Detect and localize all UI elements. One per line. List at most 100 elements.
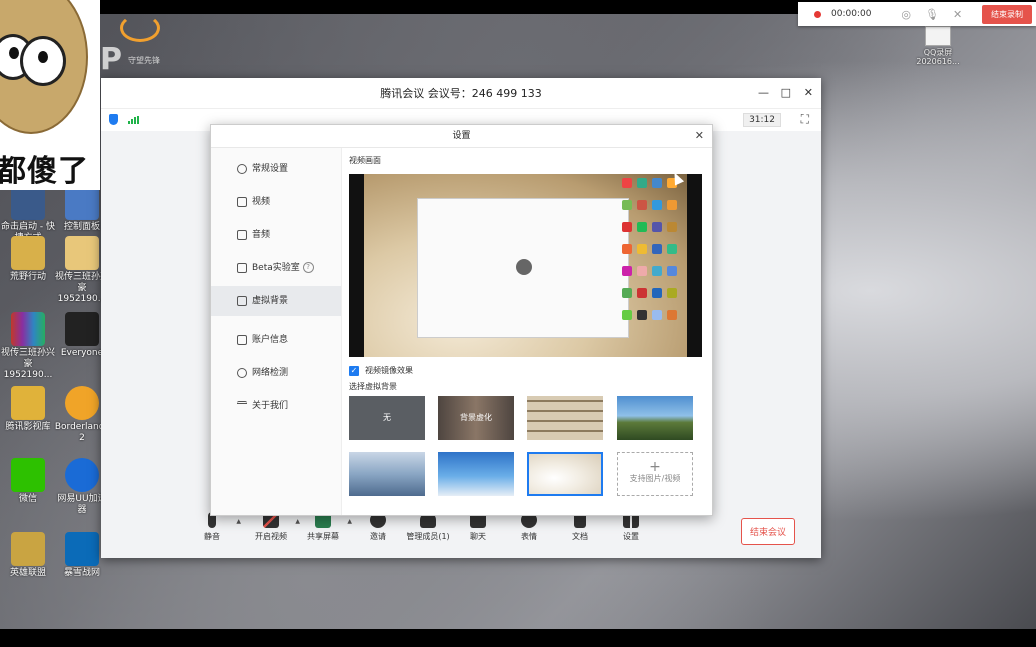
document-button[interactable]: 文档 <box>555 512 605 542</box>
settings-content: 视频画面 ✓ 视频镜像效果 选择虚拟背景 无 背景虚化 + 支持图片/视频 <box>349 155 704 496</box>
mirror-checkbox[interactable]: ✓ 视频镜像效果 <box>349 365 413 376</box>
close-icon[interactable]: ✕ <box>695 125 704 147</box>
video-preview <box>349 174 702 357</box>
caret-up-icon[interactable]: ▲ <box>236 518 241 525</box>
watermark-letter: P <box>100 42 122 77</box>
recording-time: 00:00:00 <box>831 9 872 19</box>
chat-button[interactable]: 聊天 <box>453 512 503 542</box>
add-background-button[interactable]: + 支持图片/视频 <box>617 452 693 496</box>
close-button[interactable]: ✕ <box>804 86 813 99</box>
share-screen-button[interactable]: 共享屏幕 ▲ <box>298 512 352 542</box>
mute-button[interactable]: 静音 ▲ <box>187 512 241 542</box>
start-video-button[interactable]: 开启视频 ▲ <box>246 512 300 542</box>
desktop-icon-label: 视传三班孙兴豪1952190... <box>0 348 55 380</box>
borderlands-icon <box>65 386 99 420</box>
background-label: 背景虚化 <box>460 413 492 422</box>
nav-label: 关于我们 <box>252 401 289 411</box>
toolbar-label: 开启视频 <box>255 532 287 541</box>
background-bookshelf[interactable] <box>527 396 603 440</box>
invite-button[interactable]: 邀请 <box>353 512 403 542</box>
background-custom-selected[interactable] <box>527 452 603 496</box>
mirror-label: 视频镜像效果 <box>365 366 413 375</box>
desktop-icon[interactable]: 荒野行动 <box>0 236 56 283</box>
desktop-icon-label: 网易UU加速器 <box>57 494 107 515</box>
desktop-icon[interactable]: 英雄联盟 <box>0 532 56 579</box>
fullscreen-icon[interactable]: ⛶ <box>801 112 809 127</box>
nav-about[interactable]: 关于我们 <box>211 391 341 421</box>
preview-window <box>417 198 629 338</box>
camera-icon <box>237 196 247 207</box>
toolbar-label: 管理成员(1) <box>406 532 450 541</box>
file-icon <box>65 236 99 270</box>
watermark-tag: 守望先锋 <box>128 56 160 65</box>
nav-label: 虚拟背景 <box>252 296 289 306</box>
background-blur[interactable]: 背景虚化 <box>438 396 514 440</box>
background-icon <box>237 295 247 306</box>
settings-title: 设置 <box>452 131 471 141</box>
uu-accelerator-icon <box>65 458 99 492</box>
desktop-icon-label: 微信 <box>18 494 37 504</box>
background-mountains[interactable] <box>617 396 693 440</box>
toolbar-label: 文档 <box>572 532 588 541</box>
desktop-icon-label: QQ录屏 <box>923 48 953 57</box>
desktop-icon[interactable]: 视传三班孙兴豪1952190... <box>0 312 56 381</box>
stop-recording-button[interactable]: 结束录制 <box>982 4 1032 24</box>
nav-label: Beta实验室 <box>252 263 300 273</box>
meeting-titlebar: 腾讯会议 会议号：246 499 133 — □ ✕ <box>101 78 821 108</box>
nav-audio[interactable]: 音频 <box>211 220 341 250</box>
background-none[interactable]: 无 <box>349 396 425 440</box>
toolbar-label: 静音 <box>204 532 220 541</box>
network-icon <box>237 367 247 378</box>
folder-icon <box>11 386 45 420</box>
plus-icon: + <box>649 459 661 475</box>
gear-icon <box>237 163 247 174</box>
winrar-icon <box>11 312 45 346</box>
signal-icon[interactable] <box>128 116 140 124</box>
settings-titlebar: 设置 ✕ <box>211 125 712 148</box>
desktop-icon-label: 英雄联盟 <box>9 568 46 578</box>
desktop-icon-label: Everyone <box>60 348 104 358</box>
desktop-icon[interactable]: 腾讯影视库 <box>0 386 56 433</box>
shield-icon[interactable] <box>109 114 118 125</box>
help-icon[interactable]: ? <box>302 262 314 273</box>
settings-sidebar: 常规设置 视频 音频 Beta实验室 ? 虚拟背景 账户信息 网络检测 关于我们 <box>211 148 342 515</box>
nav-label: 音频 <box>252 230 271 240</box>
recording-indicator-icon <box>814 10 821 18</box>
nav-virtual-background[interactable]: 虚拟背景 <box>211 286 341 316</box>
close-icon[interactable]: ✕ <box>953 8 962 21</box>
nav-account[interactable]: 账户信息 <box>211 325 341 355</box>
add-background-label: 支持图片/视频 <box>629 474 681 483</box>
minimize-button[interactable]: — <box>758 86 769 99</box>
desktop-icon-qq-recording[interactable]: QQ录屏 2020616... <box>908 26 968 66</box>
speaker-icon <box>237 229 247 240</box>
choose-background-heading: 选择虚拟背景 <box>349 382 397 391</box>
microphone-icon[interactable]: 🎙 <box>925 8 939 21</box>
maximize-button[interactable]: □ <box>781 86 791 99</box>
control-panel-icon <box>65 186 99 220</box>
background-sky[interactable] <box>438 452 514 496</box>
game-icon <box>11 236 45 270</box>
settings-button[interactable]: 设置 <box>606 512 656 542</box>
manage-members-button[interactable]: 管理成员(1) <box>403 512 453 542</box>
desktop-icon-sublabel: 2020616... <box>916 57 960 66</box>
desktop-icon[interactable]: 微信 <box>0 458 56 505</box>
toolbar-label: 设置 <box>623 532 639 541</box>
nav-beta-lab[interactable]: Beta实验室 ? <box>211 253 341 283</box>
qq-recording-icon <box>925 26 951 46</box>
emoji-button[interactable]: 表情 <box>504 512 554 542</box>
camera-toggle-icon[interactable]: ◎ <box>901 8 911 21</box>
watermark-logo: P 守望先锋 <box>100 42 160 77</box>
nav-label: 常规设置 <box>252 164 289 174</box>
desktop-icon-label: 腾讯影视库 <box>5 422 51 432</box>
background-sea[interactable] <box>349 452 425 496</box>
end-meeting-button[interactable]: 结束会议 <box>740 518 795 545</box>
caret-up-icon[interactable]: ▲ <box>347 518 352 525</box>
preview-heading: 视频画面 <box>349 156 381 165</box>
background-label: 无 <box>383 413 391 422</box>
nav-video[interactable]: 视频 <box>211 187 341 217</box>
toolbar-label: 聊天 <box>470 532 486 541</box>
nav-network[interactable]: 网络检测 <box>211 358 341 388</box>
desktop-icon-label: 控制面板 <box>63 222 100 232</box>
nav-general[interactable]: 常规设置 <box>211 154 341 184</box>
toolbar-label: 共享屏幕 <box>307 532 339 541</box>
